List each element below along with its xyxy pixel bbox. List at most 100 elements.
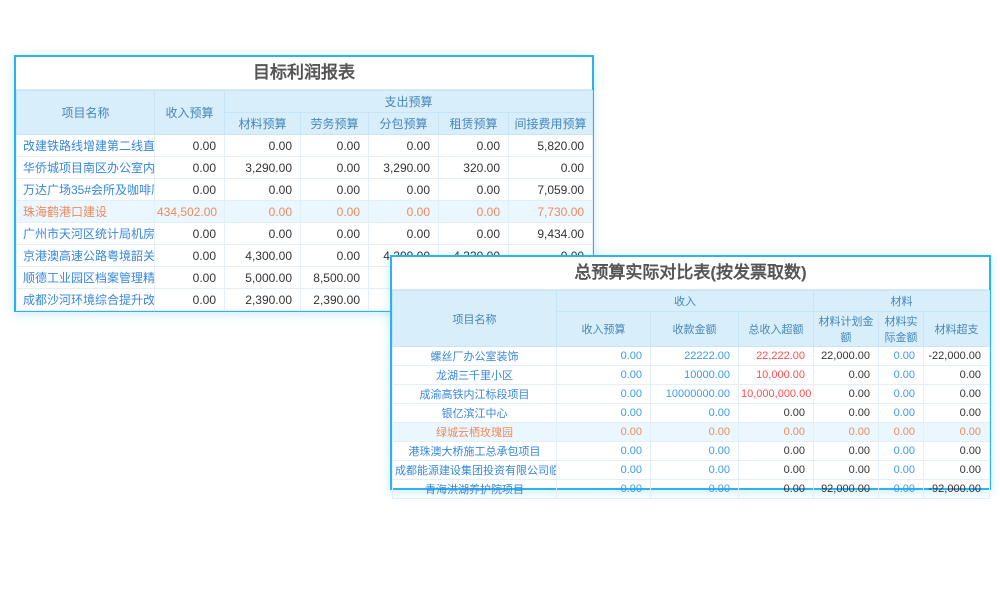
value-cell: 0.00 [651,404,739,423]
value-cell: 0.00 [369,135,439,157]
value-cell: 0.00 [225,201,301,223]
project-name-cell: 京港澳高速公路粤境韶关至广州互 [17,245,155,267]
col-header-project-name: 项目名称 [17,91,155,135]
table-row-selected[interactable]: 珠海鹤港口建设 434,502.00 0.00 0.00 0.00 0.00 7… [17,201,593,223]
value-cell: 0.00 [301,157,369,179]
value-cell: 0.00 [225,179,301,201]
value-cell: 10000000.00 [651,385,739,404]
value-cell: 0.00 [557,366,651,385]
value-cell: 0.00 [814,385,879,404]
col-header-labor-budget: 劳务预算 [301,113,369,135]
value-cell: 0.00 [879,404,924,423]
value-cell: -92,000.00 [924,480,990,499]
value-cell: 0.00 [814,461,879,480]
value-cell: 0.00 [814,423,879,442]
value-cell: 0.00 [225,223,301,245]
table-row[interactable]: 成都能源建设集团投资有限公司临时办公场所装修 0.00 0.00 0.00 0.… [393,461,990,480]
project-name-cell: 港珠澳大桥施工总承包项目 [393,442,557,461]
col-header-rental-budget: 租赁预算 [439,113,509,135]
table-row[interactable]: 银亿滨江中心 0.00 0.00 0.00 0.00 0.00 0.00 [393,404,990,423]
value-cell: 9,434.00 [509,223,593,245]
col-header-indirect-cost-budget: 间接费用预算 [509,113,593,135]
table-row[interactable]: 华侨城项目南区办公室内装修工程 0.00 3,290.00 0.00 3,290… [17,157,593,179]
value-cell: 0.00 [301,135,369,157]
table-row[interactable]: 螺丝厂办公室装饰 0.00 22222.00 22,222.00 22,000.… [393,347,990,366]
value-cell: 0.00 [924,366,990,385]
value-cell: 0.00 [879,480,924,499]
value-cell: 0.00 [557,442,651,461]
table-row[interactable]: 青海洪湖养护院项目 0.00 0.00 0.00 92,000.00 0.00 … [393,480,990,499]
value-cell: 3,290.00 [225,157,301,179]
project-name-cell: 螺丝厂办公室装饰 [393,347,557,366]
project-name-cell: 成渝高铁内江标段项目 [393,385,557,404]
value-cell: 0.00 [879,347,924,366]
value-cell: 0.00 [155,245,225,267]
value-cell: 0.00 [879,442,924,461]
value-cell: 8,500.00 [301,267,369,289]
value-cell: 0.00 [439,135,509,157]
project-name-cell: 珠海鹤港口建设 [17,201,155,223]
value-cell: 0.00 [509,157,593,179]
value-cell: 0.00 [651,423,739,442]
value-cell: 0.00 [924,404,990,423]
value-cell: 0.00 [557,347,651,366]
table-row[interactable]: 龙湖三千里小区 0.00 10000.00 10,000.00 0.00 0.0… [393,366,990,385]
value-cell: 0.00 [301,245,369,267]
project-name-cell: 广州市天河区统计局机房改造项目 [17,223,155,245]
value-cell: 0.00 [814,366,879,385]
value-cell: 7,059.00 [509,179,593,201]
value-cell: 0.00 [439,223,509,245]
table-row[interactable]: 广州市天河区统计局机房改造项目 0.00 0.00 0.00 0.00 0.00… [17,223,593,245]
value-cell: 4,300.00 [225,245,301,267]
value-cell: 7,730.00 [509,201,593,223]
value-cell: 0.00 [651,480,739,499]
value-cell: 5,820.00 [509,135,593,157]
value-cell: 0.00 [739,480,814,499]
value-cell: 0.00 [155,289,225,311]
value-cell: 0.00 [155,179,225,201]
project-name-cell: 龙湖三千里小区 [393,366,557,385]
value-cell: 0.00 [557,480,651,499]
value-cell: 0.00 [155,157,225,179]
value-cell: 92,000.00 [814,480,879,499]
value-cell: 0.00 [439,201,509,223]
table-row[interactable]: 改建铁路线增建第二线直通线（成 0.00 0.00 0.00 0.00 0.00… [17,135,593,157]
col-header-total-income-excess: 总收入超额 [739,312,814,347]
value-cell: 0.00 [651,442,739,461]
table-row[interactable]: 万达广场35#会所及咖啡厅空调安 0.00 0.00 0.00 0.00 0.0… [17,179,593,201]
table-row[interactable]: 成渝高铁内江标段项目 0.00 10000000.00 10,000,000.0… [393,385,990,404]
table-row-selected[interactable]: 绿城云栖玫瑰园 0.00 0.00 0.00 0.00 0.00 0.00 [393,423,990,442]
col-group-material: 材料 [814,291,990,312]
value-cell: 3,290.00 [369,157,439,179]
project-name-cell: 成都沙河环境综合提升改造运河护 [17,289,155,311]
value-cell: 0.00 [879,385,924,404]
table-row[interactable]: 港珠澳大桥施工总承包项目 0.00 0.00 0.00 0.00 0.00 0.… [393,442,990,461]
value-cell: 0.00 [557,385,651,404]
value-cell: 0.00 [369,223,439,245]
value-cell: 2,390.00 [301,289,369,311]
value-cell: 0.00 [739,442,814,461]
col-group-income: 收入 [557,291,814,312]
value-cell: 0.00 [155,223,225,245]
value-cell: 0.00 [369,201,439,223]
value-cell: 0.00 [225,135,301,157]
col-header-income-budget: 收入预算 [155,91,225,135]
value-cell: 0.00 [557,404,651,423]
project-name-cell: 顺德工业园区档案管理精装饰工程 [17,267,155,289]
value-cell: 0.00 [439,179,509,201]
value-cell: 22,222.00 [739,347,814,366]
value-cell: 320.00 [439,157,509,179]
value-cell: 10,000.00 [739,366,814,385]
value-cell: 0.00 [651,461,739,480]
project-name-cell: 青海洪湖养护院项目 [393,480,557,499]
value-cell: 0.00 [739,461,814,480]
budget-actual-comparison-window: 总预算实际对比表(按发票取数) 项目名称 收入 材料 收入预算 收款金额 总收入… [390,255,991,490]
project-name-cell: 改建铁路线增建第二线直通线（成 [17,135,155,157]
value-cell: 0.00 [814,442,879,461]
value-cell: 5,000.00 [225,267,301,289]
window-title: 总预算实际对比表(按发票取数) [392,257,989,290]
value-cell: 0.00 [155,267,225,289]
value-cell: 0.00 [557,423,651,442]
value-cell: 0.00 [879,423,924,442]
value-cell: 0.00 [301,201,369,223]
